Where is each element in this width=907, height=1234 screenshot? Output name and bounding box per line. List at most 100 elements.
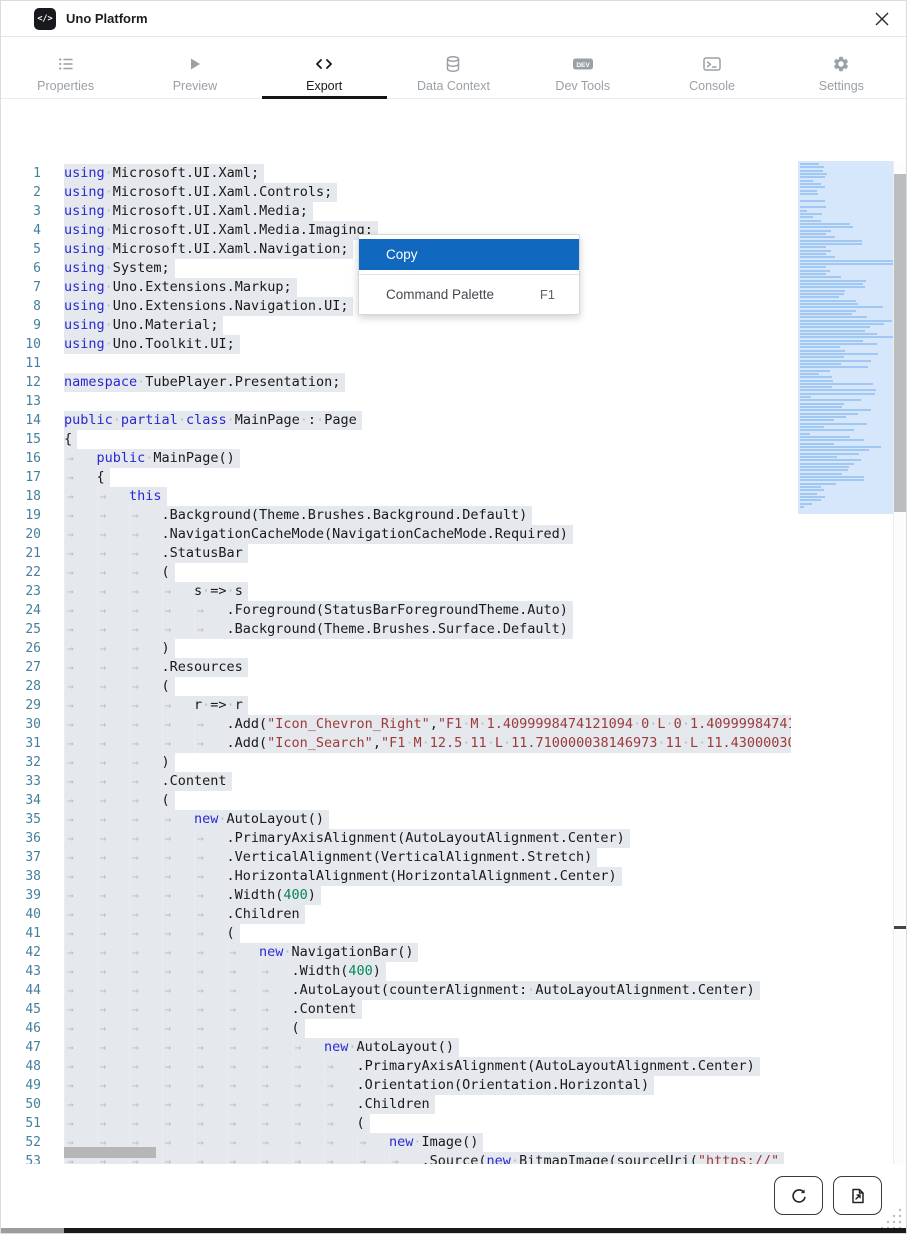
minimap-line	[800, 326, 870, 328]
minimap-line	[800, 489, 824, 491]
minimap-line	[800, 426, 824, 428]
line-number: 3	[1, 202, 41, 221]
minimap-line	[800, 370, 830, 372]
minimap-line	[800, 336, 893, 338]
minimap-line	[800, 403, 844, 405]
line-number: 31	[1, 734, 41, 753]
line-content: →→→→new·AutoLayout()	[64, 810, 329, 829]
tab-settings[interactable]: Settings	[777, 38, 906, 98]
line-number: 39	[1, 886, 41, 905]
bottom-scrollbar-thumb[interactable]	[1, 1228, 64, 1234]
line-content: →→→→→→new·NavigationBar()	[64, 943, 418, 962]
terminal-icon	[702, 54, 722, 74]
close-button[interactable]	[868, 5, 896, 33]
tab-label: Export	[306, 79, 342, 93]
line-number: 45	[1, 1000, 41, 1019]
minimap-line	[800, 396, 811, 398]
code-line: 51→→→→→→→→→(	[1, 1114, 791, 1133]
minimap[interactable]	[798, 161, 893, 514]
code-line: 23→→→→s·=>·s	[1, 582, 791, 601]
minimap-line	[800, 260, 893, 262]
minimap-line	[800, 389, 876, 391]
code-line: 22→→→(	[1, 563, 791, 582]
minimap-line	[800, 383, 873, 385]
minimap-line	[800, 446, 881, 448]
tab-export[interactable]: Export	[260, 38, 389, 98]
line-content: →→→→→.Children	[64, 905, 305, 924]
minimap-line	[800, 476, 864, 478]
line-content: →→→→→→→→→.Orientation(Orientation.Horizo…	[64, 1076, 654, 1095]
refresh-button[interactable]	[774, 1176, 823, 1215]
line-content: →→→→→→→(	[64, 1019, 305, 1038]
code-line: 38→→→→→.HorizontalAlignment(HorizontalAl…	[1, 867, 791, 886]
line-content: using·Microsoft.UI.Xaml.Navigation;	[64, 240, 353, 259]
line-content: →→→.Background(Theme.Brushes.Background.…	[64, 506, 532, 525]
minimap-line	[800, 183, 821, 185]
line-content: using·Uno.Extensions.Markup;	[64, 278, 297, 297]
line-number: 53	[1, 1152, 41, 1164]
line-content: →→→→→→→→→.Children	[64, 1095, 435, 1114]
minimap-line	[800, 340, 863, 342]
minimap-line	[800, 190, 817, 192]
minimap-line	[800, 343, 877, 345]
line-number: 10	[1, 335, 41, 354]
menu-item-copy[interactable]: Copy	[359, 239, 579, 270]
line-number: 1	[1, 164, 41, 183]
minimap-line	[800, 223, 850, 225]
minimap-line	[800, 186, 825, 188]
tab-properties[interactable]: Properties	[1, 38, 130, 98]
minimap-line	[800, 240, 862, 242]
line-content: →→→→→.VerticalAlignment(VerticalAlignmen…	[64, 848, 597, 867]
minimap-line	[800, 303, 858, 305]
minimap-line	[800, 166, 824, 168]
minimap-line	[800, 273, 826, 275]
code-line: 15{	[1, 430, 791, 449]
export-file-button[interactable]	[833, 1176, 882, 1215]
line-number: 19	[1, 506, 41, 525]
line-number: 11	[1, 354, 41, 373]
tab-preview[interactable]: Preview	[130, 38, 259, 98]
minimap-line	[800, 496, 825, 498]
minimap-line	[800, 469, 848, 471]
tab-console[interactable]: Console	[647, 38, 776, 98]
line-number: 13	[1, 392, 41, 411]
tab-data-context[interactable]: Data Context	[389, 38, 518, 98]
line-content: using·Microsoft.UI.Xaml;	[64, 164, 264, 183]
line-content: using·System;	[64, 259, 175, 278]
code-line: 44→→→→→→→.AutoLayout(counterAlignment:·A…	[1, 981, 791, 1000]
line-number: 7	[1, 278, 41, 297]
minimap-line	[800, 176, 825, 178]
line-number: 44	[1, 981, 41, 1000]
code-line: 3using·Microsoft.UI.Xaml.Media;	[1, 202, 791, 221]
minimap-line	[800, 256, 835, 258]
menu-separator	[359, 274, 579, 275]
minimap-line	[800, 300, 856, 302]
minimap-line	[800, 479, 864, 481]
horizontal-scrollbar-thumb[interactable]	[64, 1147, 156, 1158]
minimap-line	[800, 373, 819, 375]
minimap-line	[800, 230, 831, 232]
minimap-line	[800, 416, 846, 418]
minimap-line	[800, 270, 830, 272]
database-icon	[444, 54, 462, 74]
close-icon	[874, 11, 890, 27]
line-number: 34	[1, 791, 41, 810]
line-number: 30	[1, 715, 41, 734]
line-content: public·partial·class·MainPage·:·Page	[64, 411, 362, 430]
menu-item-command-palette[interactable]: Command Palette F1	[359, 279, 579, 310]
line-number: 24	[1, 601, 41, 620]
minimap-line	[800, 423, 867, 425]
minimap-line	[800, 366, 868, 368]
minimap-line	[800, 236, 835, 238]
bottom-bar	[64, 1228, 907, 1234]
code-line: 13	[1, 392, 791, 411]
tab-dev-tools[interactable]: DEV Dev Tools	[518, 38, 647, 98]
line-content: →→→.Content	[64, 772, 232, 791]
line-number: 21	[1, 544, 41, 563]
code-line: 12namespace·TubePlayer.Presentation;	[1, 373, 791, 392]
line-number: 15	[1, 430, 41, 449]
line-content: using·Uno.Material;	[64, 316, 223, 335]
properties-list-icon	[57, 54, 75, 74]
vertical-scrollbar-thumb[interactable]	[894, 174, 907, 512]
line-number: 38	[1, 867, 41, 886]
